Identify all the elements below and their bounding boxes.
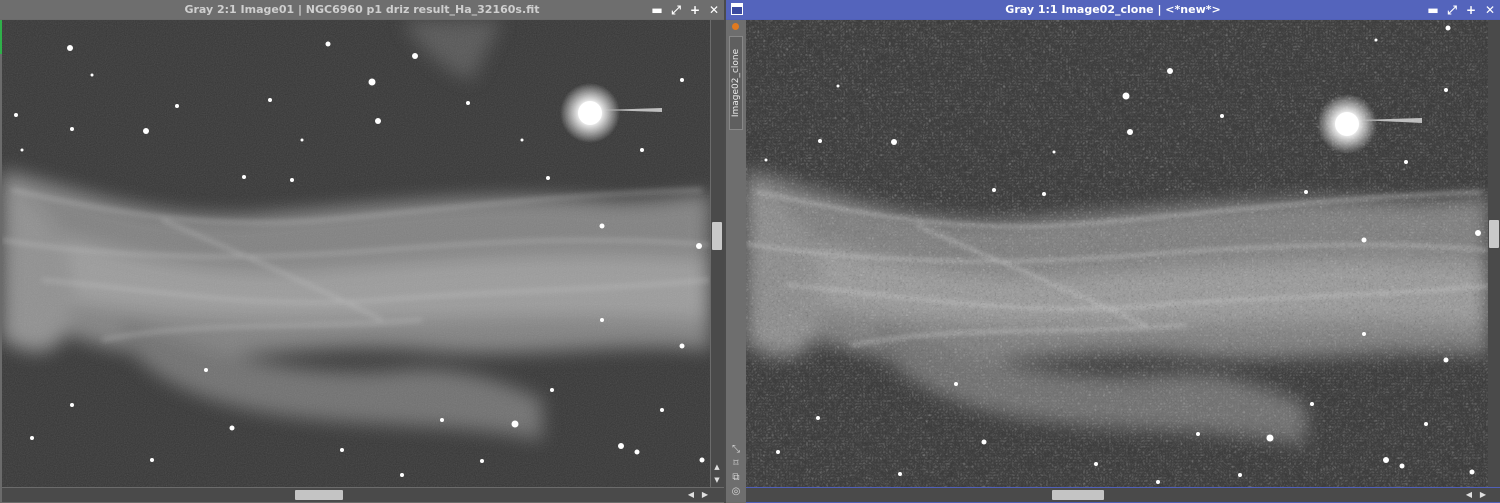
left-window-title: Gray 2:1 Image01 | NGC6960 p1 driz resul… [184, 3, 540, 16]
nebula-image-graphic [2, 20, 710, 487]
left-horizontal-scrollbar[interactable]: ◀ ▶ [2, 488, 724, 502]
left-vertical-thumb[interactable] [712, 222, 722, 250]
window-menu-icon[interactable] [731, 3, 743, 15]
right-horizontal-scrollbar[interactable]: ◀ ▶ [746, 488, 1500, 502]
left-titlebar[interactable]: Gray 2:1 Image01 | NGC6960 p1 driz resul… [0, 0, 724, 19]
close-icon[interactable]: ✕ [1484, 4, 1496, 16]
scroll-left-icon[interactable]: ◀ [686, 488, 696, 502]
view-side-strip: Image02_clone ⤡ ⌑ ⧉ ◎ [726, 20, 746, 503]
zoom-extend-icon[interactable]: ⌑ [730, 458, 742, 470]
nebula-image-clone[interactable] [746, 20, 1488, 487]
target-icon[interactable]: ◎ [730, 486, 742, 498]
maximize-icon[interactable]: + [689, 4, 701, 16]
nebula-image-clone-graphic [746, 20, 1488, 487]
minimize-icon[interactable]: ▬ [651, 4, 663, 16]
scroll-right-icon[interactable]: ▶ [700, 488, 710, 502]
scroll-up-icon[interactable]: ▲ [711, 462, 723, 472]
right-vertical-thumb[interactable] [1489, 220, 1499, 248]
shade-icon[interactable]: ⤢ [670, 4, 682, 16]
scroll-right-icon[interactable]: ▶ [1478, 488, 1488, 502]
zoom-fit-icon[interactable]: ⤡ [730, 444, 742, 456]
view-identifier-tab[interactable]: Image02_clone [729, 36, 743, 130]
shade-icon[interactable]: ⤢ [1446, 4, 1458, 16]
right-titlebar[interactable]: Gray 1:1 Image02_clone | <*new*> ▬ ⤢ + ✕ [726, 0, 1500, 19]
maximize-icon[interactable]: + [1465, 4, 1477, 16]
right-window-title: Gray 1:1 Image02_clone | <*new*> [1005, 3, 1221, 16]
view-identifier-label: Image02_clone [731, 48, 741, 118]
image-window-left[interactable]: Gray 2:1 Image01 | NGC6960 p1 driz resul… [0, 0, 724, 503]
scroll-down-icon[interactable]: ▼ [711, 475, 723, 485]
minimize-icon[interactable]: ▬ [1427, 4, 1439, 16]
scroll-left-icon[interactable]: ◀ [1464, 488, 1474, 502]
right-horizontal-thumb[interactable] [1052, 490, 1104, 500]
nebula-image-original[interactable] [2, 20, 710, 487]
close-icon[interactable]: ✕ [708, 4, 720, 16]
left-horizontal-thumb[interactable] [295, 490, 343, 500]
mask-indicator-icon[interactable] [732, 23, 739, 30]
image-window-right[interactable]: Gray 1:1 Image02_clone | <*new*> ▬ ⤢ + ✕… [726, 0, 1500, 503]
left-vertical-scrollbar[interactable]: ▲ ▼ [711, 20, 724, 487]
copy-icon[interactable]: ⧉ [730, 472, 742, 484]
right-vertical-scrollbar[interactable] [1488, 20, 1500, 487]
